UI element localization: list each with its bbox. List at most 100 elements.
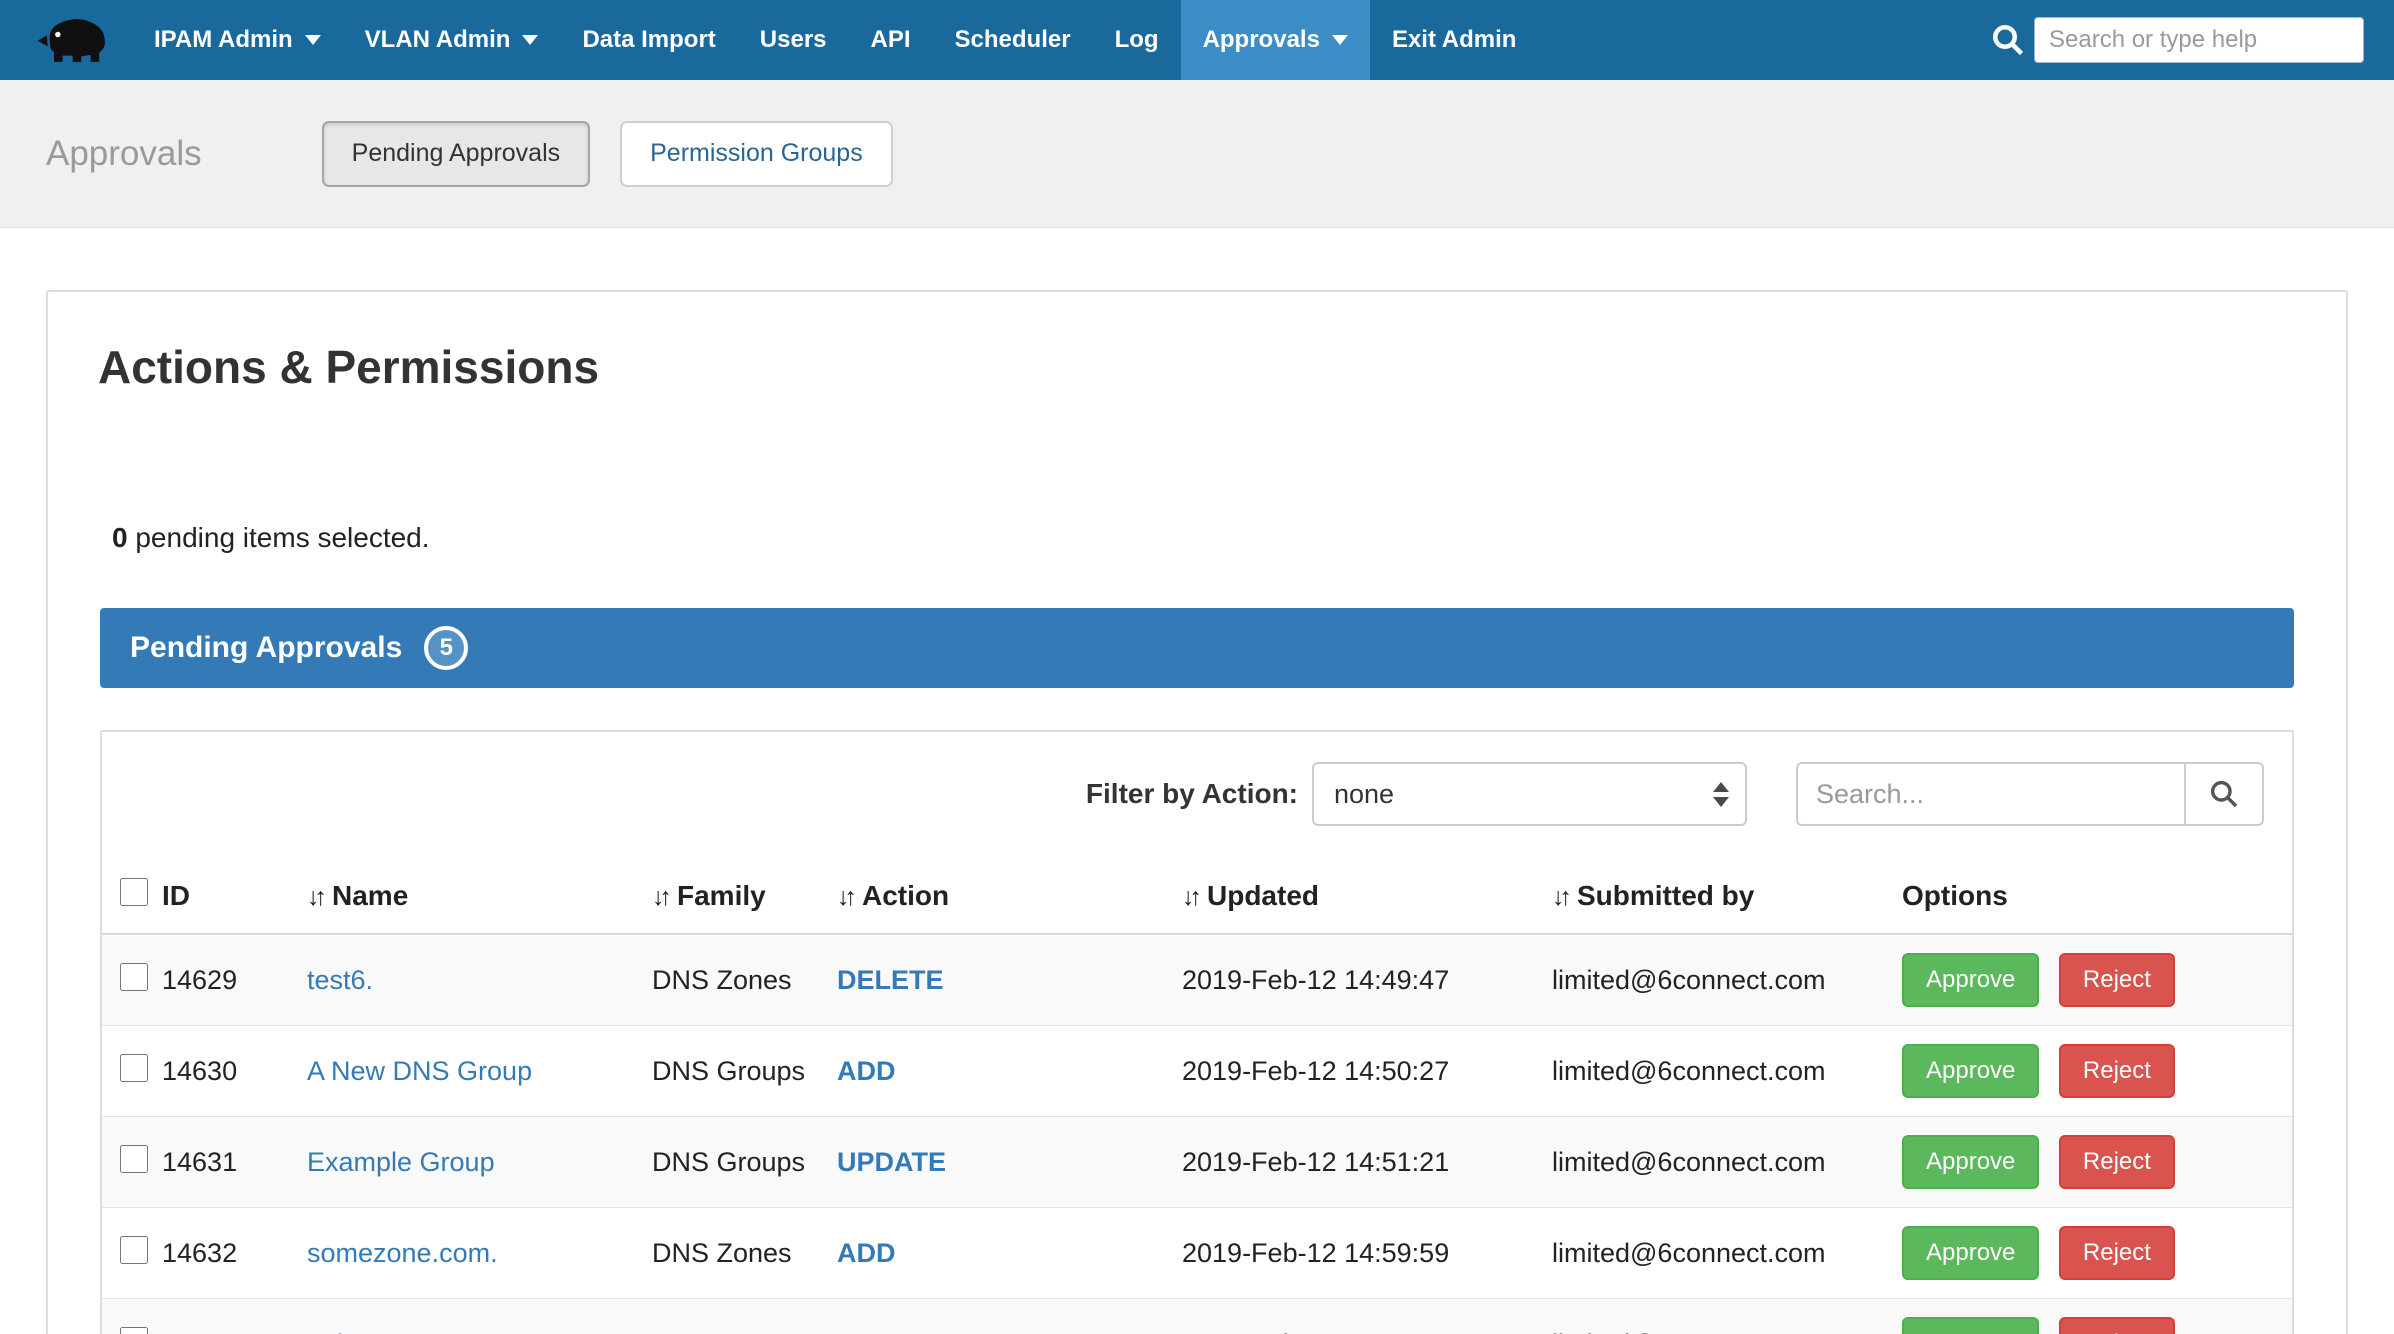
row-action-link[interactable]: ADD	[837, 1238, 896, 1268]
nav-item-users[interactable]: Users	[738, 0, 849, 80]
select-all-checkbox[interactable]	[120, 878, 148, 906]
sort-icon[interactable]: ↓↑	[837, 883, 852, 912]
reject-button[interactable]: Reject	[2059, 953, 2175, 1007]
row-action-link[interactable]: BACKGROUNDPUSH	[837, 1329, 1110, 1334]
row-id: 14632	[162, 1208, 307, 1299]
sort-icon[interactable]: ↓↑	[307, 883, 322, 912]
row-name-link[interactable]: A New DNS Group	[307, 1056, 532, 1086]
column-header-name[interactable]: ↓↑ Name	[307, 862, 652, 934]
help-search-input[interactable]	[2034, 17, 2364, 63]
row-checkbox[interactable]	[120, 963, 148, 991]
nav-item-log[interactable]: Log	[1093, 0, 1181, 80]
nav-item-label: API	[871, 26, 911, 54]
nav-item-data-import[interactable]: Data Import	[560, 0, 737, 80]
column-header-label: Name	[332, 880, 408, 911]
rhino-logo-icon	[36, 11, 114, 69]
row-family: DNS Groups	[652, 1117, 837, 1208]
nav-item-label: Approvals	[1203, 26, 1320, 54]
row-action-link[interactable]: UPDATE	[837, 1147, 946, 1177]
tab-permission-groups[interactable]: Permission Groups	[620, 121, 893, 187]
filter-by-action-label: Filter by Action:	[1086, 778, 1298, 810]
nav-item-exit-admin[interactable]: Exit Admin	[1370, 0, 1538, 80]
row-checkbox[interactable]	[120, 1054, 148, 1082]
table-header-row: ID ↓↑ Name ↓↑ Family ↓↑ Action ↓↑ Updated ↓↑…	[102, 862, 2292, 934]
pending-count-badge: 5	[424, 626, 468, 670]
table-row: 14633 2abczone.com. DNS Zones BACKGROUND…	[102, 1299, 2292, 1334]
nav-item-ipam-admin[interactable]: IPAM Admin	[132, 0, 343, 80]
approve-button[interactable]: Approve	[1902, 1226, 2039, 1280]
chevron-down-icon	[522, 35, 538, 45]
reject-button[interactable]: Reject	[2059, 1226, 2175, 1280]
pending-approvals-title: Pending Approvals	[130, 631, 402, 665]
row-id: 14631	[162, 1117, 307, 1208]
nav-item-scheduler[interactable]: Scheduler	[933, 0, 1093, 80]
nav-item-api[interactable]: API	[849, 0, 933, 80]
row-id: 14633	[162, 1299, 307, 1334]
top-navbar: IPAM Admin VLAN Admin Data Import Users …	[0, 0, 2394, 80]
table-search-input[interactable]	[1796, 762, 2184, 826]
column-header-label: Submitted by	[1577, 880, 1754, 911]
nav-item-vlan-admin[interactable]: VLAN Admin	[343, 0, 561, 80]
table-search-button[interactable]	[2184, 762, 2264, 826]
row-submitted-by: limited@6connect.com	[1552, 1117, 1902, 1208]
nav-item-label: Data Import	[582, 26, 715, 54]
selected-count-line: 0 pending items selected.	[112, 522, 2346, 554]
row-updated: 2019-Feb-12 14:51:21	[1182, 1117, 1552, 1208]
tab-pending-approvals[interactable]: Pending Approvals	[322, 121, 590, 187]
nav-item-label: VLAN Admin	[365, 26, 511, 54]
column-header-submitted-by[interactable]: ↓↑ Submitted by	[1552, 862, 1902, 934]
chevron-down-icon	[305, 35, 321, 45]
approve-button[interactable]: Approve	[1902, 953, 2039, 1007]
row-id: 14629	[162, 934, 307, 1026]
row-name-link[interactable]: 2abczone.com.	[307, 1329, 490, 1334]
nav-item-label: Users	[760, 26, 827, 54]
column-header-action[interactable]: ↓↑ Action	[837, 862, 1182, 934]
selected-count-text: pending items selected.	[135, 522, 429, 553]
row-checkbox[interactable]	[120, 1327, 148, 1334]
row-action-link[interactable]: ADD	[837, 1056, 896, 1086]
row-submitted-by: limited@6connect.com	[1552, 934, 1902, 1026]
row-action-link[interactable]: DELETE	[837, 965, 944, 995]
row-updated: 2019-Feb-12 14:50:27	[1182, 1026, 1552, 1117]
logo[interactable]	[30, 0, 132, 80]
row-updated: 2019-Feb-12 15:00:29	[1182, 1299, 1552, 1334]
column-header-label: Updated	[1207, 880, 1319, 911]
filter-action-value: none	[1334, 779, 1394, 810]
nav-item-label: Log	[1115, 26, 1159, 54]
table-search	[1796, 762, 2264, 826]
sort-icon[interactable]: ↓↑	[1182, 883, 1197, 912]
search-icon	[1990, 22, 2026, 58]
row-name-link[interactable]: Example Group	[307, 1147, 495, 1177]
approvals-table-container: Filter by Action: none	[100, 730, 2294, 1334]
approve-button[interactable]: Approve	[1902, 1317, 2039, 1334]
reject-button[interactable]: Reject	[2059, 1317, 2175, 1334]
filter-action-select[interactable]: none	[1312, 762, 1747, 826]
column-header-id[interactable]: ID	[162, 862, 307, 934]
sort-icon[interactable]: ↓↑	[1552, 883, 1567, 912]
section-heading: Actions & Permissions	[98, 340, 2296, 394]
column-header-updated[interactable]: ↓↑ Updated	[1182, 862, 1552, 934]
approve-button[interactable]: Approve	[1902, 1135, 2039, 1189]
reject-button[interactable]: Reject	[2059, 1135, 2175, 1189]
approve-button[interactable]: Approve	[1902, 1044, 2039, 1098]
selected-count: 0	[112, 522, 128, 553]
filter-bar: Filter by Action: none	[102, 732, 2292, 848]
row-submitted-by: limited@6connect.com	[1552, 1299, 1902, 1334]
nav-item-label: IPAM Admin	[154, 26, 293, 54]
sort-icon[interactable]: ↓↑	[652, 883, 667, 912]
row-name-link[interactable]: test6.	[307, 965, 373, 995]
column-header-label: Family	[677, 880, 766, 911]
actions-permissions-panel: Actions & Permissions 0 pending items se…	[46, 290, 2348, 1334]
reject-button[interactable]: Reject	[2059, 1044, 2175, 1098]
column-header-options: Options	[1902, 862, 2292, 934]
row-updated: 2019-Feb-12 14:59:59	[1182, 1208, 1552, 1299]
row-family: DNS Groups	[652, 1026, 837, 1117]
table-row: 14632 somezone.com. DNS Zones ADD 2019-F…	[102, 1208, 2292, 1299]
nav-item-approvals[interactable]: Approvals	[1181, 0, 1370, 80]
row-checkbox[interactable]	[120, 1236, 148, 1264]
column-header-label: Action	[862, 880, 949, 911]
row-checkbox[interactable]	[120, 1145, 148, 1173]
row-family: DNS Zones	[652, 1299, 837, 1334]
row-name-link[interactable]: somezone.com.	[307, 1238, 498, 1268]
column-header-family[interactable]: ↓↑ Family	[652, 862, 837, 934]
